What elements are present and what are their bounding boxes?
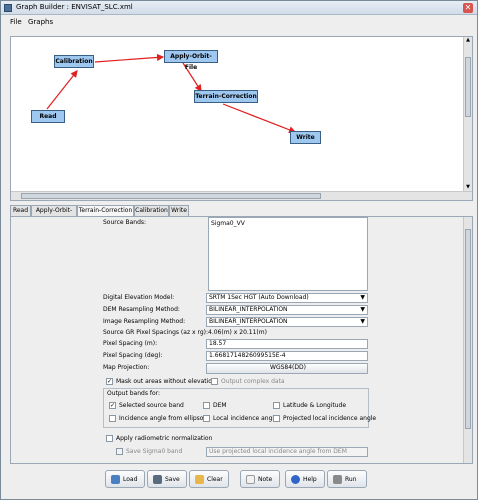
- dem-checkbox[interactable]: [203, 402, 210, 409]
- clear-icon: [195, 475, 204, 484]
- dem-label: DEM: [213, 402, 227, 409]
- radiometric-checkbox[interactable]: [106, 435, 113, 442]
- img-resampling-value: BILINEAR_INTERPOLATION: [209, 318, 288, 325]
- help-label: Help: [303, 476, 317, 483]
- dem-model-select[interactable]: SRTM 1Sec HGT (Auto Download) ▼: [206, 293, 368, 303]
- edge-calibration-orbit: [94, 53, 165, 63]
- save-sigma-checkbox[interactable]: [116, 448, 123, 455]
- node-terrain-correction[interactable]: Terrain-Correction: [194, 90, 258, 103]
- save-sigma-combo-value: Use projected local incidence angle from…: [209, 448, 347, 455]
- edge-read-calibration: [46, 70, 78, 110]
- note-button[interactable]: Note: [240, 470, 280, 488]
- latlon-label: Latitude & Longitude: [283, 402, 347, 409]
- gr-spacing-label: Source GR Pixel Spacings (az x rg):: [103, 329, 208, 336]
- close-icon[interactable]: ✕: [463, 3, 473, 13]
- output-complex-label: Output complex data: [221, 378, 285, 385]
- save-icon: [153, 475, 162, 484]
- run-icon: [333, 475, 342, 484]
- save-label: Save: [165, 476, 180, 483]
- proj-local-inc-label: Projected local incidence angle: [283, 415, 377, 422]
- img-resampling-label: Image Resampling Method:: [103, 318, 186, 325]
- tab-write[interactable]: Write: [169, 205, 189, 216]
- load-icon: [111, 475, 120, 484]
- edge-terrain-write: [222, 103, 297, 134]
- window-title: Graph Builder : ENVISAT_SLC.xml: [16, 3, 133, 11]
- graph-builder-window: Graph Builder : ENVISAT_SLC.xml ✕ File G…: [0, 0, 478, 500]
- node-read[interactable]: Read: [31, 110, 65, 123]
- mask-checkbox[interactable]: ✓: [106, 378, 113, 385]
- mask-label: Mask out areas without elevation: [116, 378, 216, 385]
- load-button[interactable]: Load: [105, 470, 145, 488]
- graph-horizontal-scrollbar[interactable]: [11, 191, 472, 200]
- help-icon: [291, 475, 300, 484]
- clear-label: Clear: [207, 476, 223, 483]
- scroll-thumb[interactable]: [465, 57, 471, 117]
- selected-source-checkbox[interactable]: ✓: [109, 402, 116, 409]
- menu-bar: File Graphs: [1, 15, 477, 29]
- app-icon: [4, 4, 12, 12]
- local-inc-label: Local incidence angle: [213, 415, 278, 422]
- gr-spacing-value: 4.06(m) x 20.11(m): [208, 329, 267, 336]
- load-label: Load: [123, 476, 138, 483]
- pixel-spacing-deg-label: Pixel Spacing (deg):: [103, 352, 163, 359]
- inc-ellipsoid-checkbox[interactable]: [109, 415, 116, 422]
- radiometric-label: Apply radiometric normalization: [116, 435, 213, 442]
- dem-resampling-value: BILINEAR_INTERPOLATION: [209, 306, 288, 313]
- chevron-down-icon: ▼: [360, 318, 365, 325]
- img-resampling-select[interactable]: BILINEAR_INTERPOLATION ▼: [206, 317, 368, 327]
- note-icon: [246, 475, 255, 484]
- panel-scrollbar[interactable]: [463, 217, 472, 463]
- pixel-spacing-m-field[interactable]: 18.57: [206, 339, 368, 349]
- dem-model-value: SRTM 1Sec HGT (Auto Download): [209, 294, 309, 301]
- chevron-down-icon: ▼: [360, 306, 365, 313]
- local-inc-checkbox[interactable]: [203, 415, 210, 422]
- run-button[interactable]: Run: [327, 470, 367, 488]
- pixel-spacing-m-label: Pixel Spacing (m):: [103, 340, 158, 347]
- menu-graphs[interactable]: Graphs: [28, 18, 53, 26]
- clear-button[interactable]: Clear: [189, 470, 229, 488]
- help-button[interactable]: Help: [285, 470, 325, 488]
- save-sigma-select[interactable]: Use projected local incidence angle from…: [206, 447, 368, 457]
- selected-source-label: Selected source band: [119, 402, 184, 409]
- output-bands-label: Output bands for:: [107, 390, 161, 397]
- note-label: Note: [258, 476, 273, 483]
- tab-terrain-correction[interactable]: Terrain-Correction: [77, 205, 134, 216]
- title-bar: Graph Builder : ENVISAT_SLC.xml ✕: [1, 1, 477, 15]
- map-projection-button[interactable]: WGS84(DD): [206, 363, 368, 374]
- panel-content: Source Bands: Sigma0_VV Digital Elevatio…: [11, 217, 465, 463]
- source-bands-label: Source Bands:: [103, 219, 147, 226]
- inc-ellipsoid-label: Incidence angle from ellipsoid: [119, 415, 209, 422]
- tab-read[interactable]: Read: [10, 205, 31, 216]
- map-projection-label: Map Projection:: [103, 364, 150, 371]
- save-button[interactable]: Save: [147, 470, 187, 488]
- terrain-correction-panel: Source Bands: Sigma0_VV Digital Elevatio…: [10, 216, 473, 464]
- scroll-up-icon[interactable]: ▲: [464, 37, 472, 45]
- graph-vertical-scrollbar[interactable]: ▲ ▼: [463, 37, 472, 192]
- chevron-down-icon: ▼: [360, 294, 365, 301]
- source-band-item[interactable]: Sigma0_VV: [211, 220, 245, 227]
- node-calibration[interactable]: Calibration: [54, 55, 94, 68]
- latlon-checkbox[interactable]: [273, 402, 280, 409]
- graph-canvas[interactable]: Calibration Apply-Orbit-File Terrain-Cor…: [10, 36, 473, 201]
- run-label: Run: [345, 476, 357, 483]
- output-complex-checkbox[interactable]: [211, 378, 218, 385]
- node-apply-orbit-file[interactable]: Apply-Orbit-File: [164, 50, 218, 71]
- save-sigma-label: Save Sigma0 band: [126, 448, 183, 455]
- tab-apply-orbit-file[interactable]: Apply-Orbit-File: [31, 205, 77, 224]
- panel-scroll-thumb[interactable]: [465, 229, 471, 429]
- node-write[interactable]: Write: [290, 131, 321, 144]
- dem-model-label: Digital Elevation Model:: [103, 294, 175, 301]
- menu-file[interactable]: File: [10, 18, 22, 26]
- button-bar: Load Save Clear Note Help Run: [91, 470, 381, 488]
- dem-resampling-label: DEM Resampling Method:: [103, 306, 180, 313]
- dem-resampling-select[interactable]: BILINEAR_INTERPOLATION ▼: [206, 305, 368, 315]
- hscroll-thumb[interactable]: [21, 193, 321, 199]
- pixel-spacing-deg-field[interactable]: 1.6681714826099515E-4: [206, 351, 368, 361]
- tab-calibration[interactable]: Calibration: [134, 205, 169, 216]
- proj-local-inc-checkbox[interactable]: [273, 415, 280, 422]
- source-bands-list[interactable]: Sigma0_VV: [208, 217, 368, 291]
